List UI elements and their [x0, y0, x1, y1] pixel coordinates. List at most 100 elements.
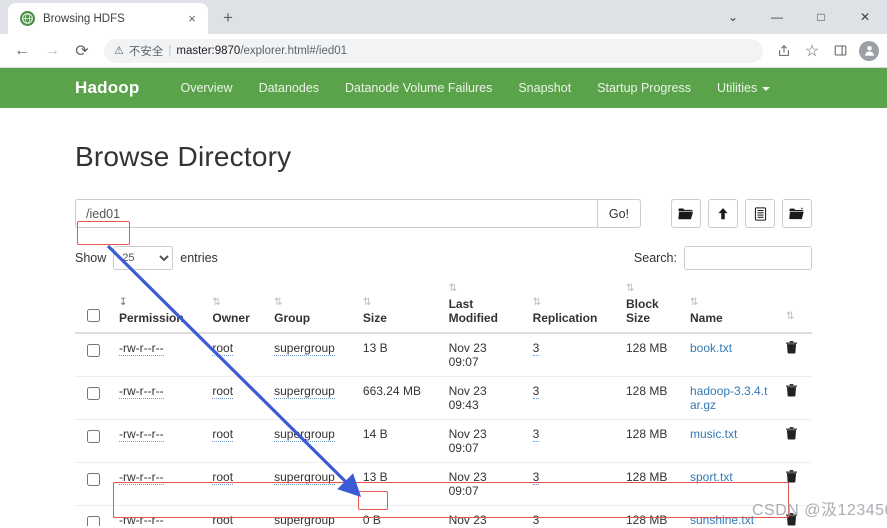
cell-block-size: 128 MB — [618, 419, 682, 463]
chevron-down-icon[interactable]: ⌄ — [711, 1, 755, 33]
search-input[interactable] — [684, 246, 812, 270]
nav-item-utilities[interactable]: Utilities — [704, 81, 783, 95]
back-icon[interactable]: ← — [8, 37, 36, 65]
table-controls: Show 25 50 100 entries Search: — [75, 246, 812, 270]
address-bar[interactable]: ⚠ 不安全 | master:9870/explorer.html#/ied01 — [104, 38, 763, 63]
group-value[interactable]: supergroup — [274, 384, 335, 399]
cell-last-modified: Nov 23 09:07 — [440, 419, 525, 463]
file-link[interactable]: music.txt — [690, 427, 737, 441]
cell-last-modified: Nov 23 09:07 — [440, 462, 525, 506]
group-value[interactable]: supergroup — [274, 470, 335, 485]
file-link[interactable]: hadoop-3.3.4.tar.gz — [690, 384, 767, 412]
length-control: Show 25 50 100 entries — [75, 246, 218, 270]
reload-icon[interactable]: ⟳ — [68, 37, 96, 65]
go-button[interactable]: Go! — [596, 199, 641, 228]
group-value[interactable]: supergroup — [274, 427, 335, 442]
group-value[interactable]: supergroup — [274, 341, 335, 356]
new-tab-button[interactable]: + — [214, 4, 242, 32]
cell-size: 14 B — [354, 419, 441, 463]
column-header-size[interactable]: ⇅ Size — [354, 278, 441, 334]
owner-value[interactable]: root — [212, 470, 234, 485]
delete-icon[interactable] — [786, 470, 797, 486]
file-link[interactable]: sport.txt — [690, 470, 733, 484]
permission-value[interactable]: -rw-r--r-- — [119, 427, 164, 442]
cell-replication: 3 — [524, 462, 618, 506]
column-header-actions: ⇅ — [778, 278, 812, 334]
column-header-block-size[interactable]: ⇅ Block Size — [618, 278, 682, 334]
cell-name: hadoop-3.3.4.tar.gz — [682, 376, 778, 420]
column-header-name[interactable]: ⇅ Name — [682, 278, 778, 334]
sort-icon: ⇅ — [362, 297, 372, 308]
close-tab-icon[interactable]: × — [184, 11, 200, 27]
profile-avatar[interactable] — [859, 40, 879, 61]
replication-value[interactable]: 3 — [532, 384, 540, 399]
browser-tab[interactable]: Browsing HDFS × — [8, 3, 208, 34]
file-link[interactable]: book.txt — [690, 341, 732, 355]
url-host: master:9870 — [176, 44, 241, 57]
row-checkbox[interactable] — [87, 430, 100, 443]
delete-icon[interactable] — [786, 384, 797, 400]
row-checkbox[interactable] — [87, 344, 100, 357]
column-header-permission[interactable]: ↧ Permission — [111, 278, 205, 334]
list-icon[interactable] — [745, 199, 775, 228]
share-icon[interactable] — [771, 38, 797, 64]
bookmark-star-icon[interactable]: ☆ — [799, 38, 825, 64]
permission-value[interactable]: -rw-r--r-- — [119, 384, 164, 399]
row-checkbox[interactable] — [87, 473, 100, 486]
delete-icon[interactable] — [786, 427, 797, 443]
permission-value[interactable]: -rw-r--r-- — [119, 341, 164, 356]
nav-item-snapshot[interactable]: Snapshot — [505, 81, 584, 95]
sort-icon: ⇅ — [448, 283, 457, 294]
hadoop-brand[interactable]: Hadoop — [75, 78, 139, 98]
open-folder-icon[interactable] — [671, 199, 701, 228]
file-table: ↧ Permission ⇅ Owner ⇅ Group ⇅ Size ⇅ La… — [75, 278, 812, 526]
browser-window: Browsing HDFS × + ⌄ — □ ✕ ← → ⟳ ⚠ 不安全 | … — [0, 0, 887, 528]
owner-value[interactable]: root — [212, 427, 234, 442]
replication-value[interactable]: 3 — [532, 427, 540, 442]
cell-owner: root — [204, 333, 267, 377]
replication-value[interactable]: 3 — [532, 470, 540, 485]
delete-icon[interactable] — [786, 341, 797, 357]
nav-item-datanodes[interactable]: Datanodes — [246, 81, 332, 95]
column-header-replication[interactable]: ⇅ Replication — [524, 278, 618, 334]
column-label: Owner — [212, 311, 250, 325]
row-checkbox-cell — [75, 419, 111, 463]
nav-item-overview[interactable]: Overview — [167, 81, 245, 95]
cell-group: supergroup — [266, 462, 355, 506]
cell-last-modified: Nov 23 11:16 — [440, 505, 525, 526]
permission-value[interactable]: -rw-r--r-- — [119, 513, 164, 526]
column-header-last-modified[interactable]: ⇅ Last Modified — [440, 278, 525, 334]
cell-size: 0 B — [354, 505, 441, 526]
page-length-select[interactable]: 25 50 100 — [113, 246, 174, 270]
new-folder-icon[interactable] — [782, 199, 812, 228]
cell-replication: 3 — [524, 376, 618, 420]
column-header-owner[interactable]: ⇅ Owner — [204, 278, 267, 334]
table-row: -rw-r--r-- root supergroup 13 B Nov 23 0… — [75, 333, 812, 377]
row-checkbox[interactable] — [87, 387, 100, 400]
side-panel-icon[interactable] — [827, 38, 853, 64]
row-checkbox[interactable] — [87, 516, 100, 526]
delete-icon[interactable] — [786, 513, 797, 526]
omnibox-separator: | — [168, 44, 172, 57]
table-row: -rw-r--r-- root supergroup 663.24 MB Nov… — [75, 376, 812, 420]
file-link[interactable]: sunshine.txt — [690, 513, 754, 526]
group-value[interactable]: supergroup — [274, 513, 335, 526]
cell-permission: -rw-r--r-- — [111, 333, 205, 377]
nav-item-datanode-volume-failures[interactable]: Datanode Volume Failures — [332, 81, 505, 95]
owner-value[interactable]: root — [212, 513, 234, 526]
close-window-button[interactable]: ✕ — [843, 1, 887, 33]
nav-item-startup-progress[interactable]: Startup Progress — [584, 81, 704, 95]
forward-icon[interactable]: → — [38, 37, 66, 65]
minimize-button[interactable]: — — [755, 1, 799, 33]
permission-value[interactable]: -rw-r--r-- — [119, 470, 164, 485]
cell-block-size: 128 MB — [618, 333, 682, 377]
replication-value[interactable]: 3 — [532, 513, 540, 526]
path-input[interactable] — [75, 199, 597, 228]
upload-icon[interactable] — [708, 199, 738, 228]
column-header-group[interactable]: ⇅ Group — [266, 278, 355, 334]
select-all-checkbox[interactable] — [87, 309, 100, 322]
owner-value[interactable]: root — [212, 341, 234, 356]
maximize-button[interactable]: □ — [799, 1, 843, 33]
owner-value[interactable]: root — [212, 384, 234, 399]
replication-value[interactable]: 3 — [532, 341, 540, 356]
